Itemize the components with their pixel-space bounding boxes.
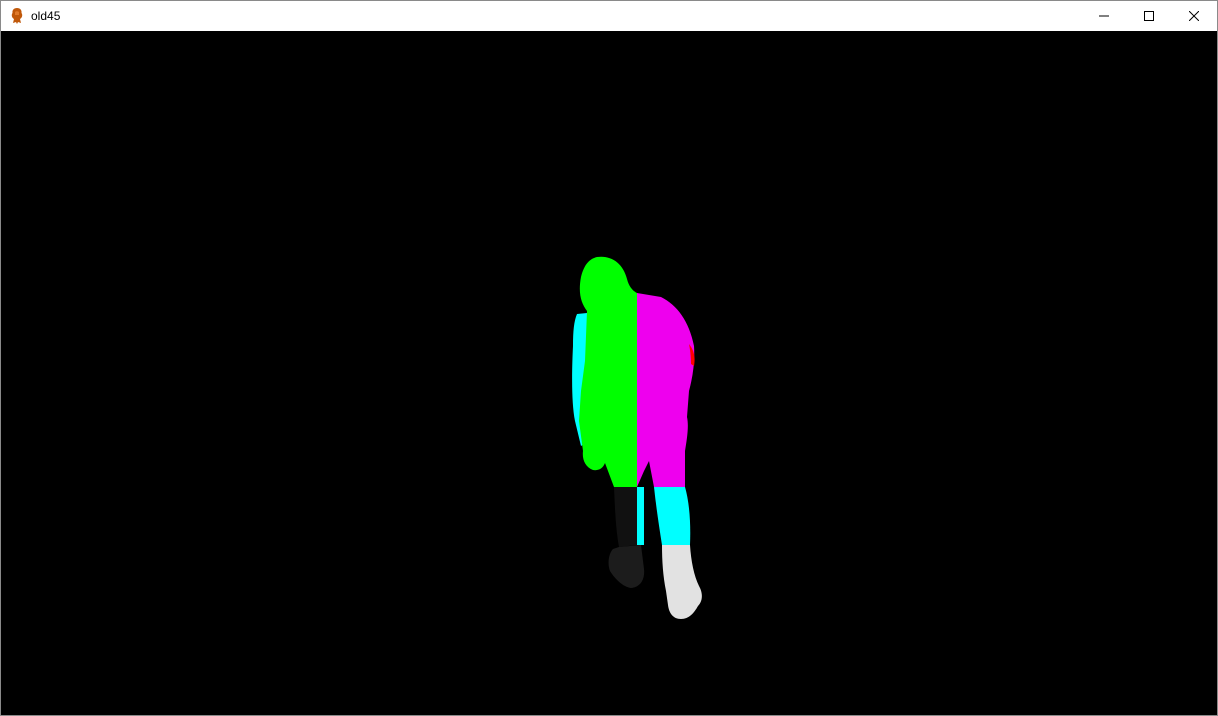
minimize-button[interactable] — [1081, 1, 1127, 31]
segmented-human-figure — [572, 256, 702, 619]
maximize-button[interactable] — [1126, 1, 1172, 31]
shin-right-segment — [662, 545, 702, 619]
close-button[interactable] — [1171, 1, 1217, 31]
title-bar[interactable]: old45 — [1, 1, 1217, 31]
head-torso-left-segment — [579, 256, 637, 487]
render-canvas[interactable] — [1, 31, 1217, 715]
thigh-mid-segment — [637, 487, 644, 545]
thigh-right-segment — [654, 487, 691, 545]
app-window: old45 — [0, 0, 1218, 716]
close-icon — [1189, 11, 1199, 21]
minimize-icon — [1099, 15, 1109, 17]
window-title: old45 — [31, 9, 61, 23]
shin-left-segment — [608, 545, 645, 588]
maximize-icon — [1144, 11, 1154, 21]
app-icon — [11, 8, 23, 24]
thigh-left-segment — [614, 487, 637, 547]
torso-right-segment — [637, 293, 695, 487]
